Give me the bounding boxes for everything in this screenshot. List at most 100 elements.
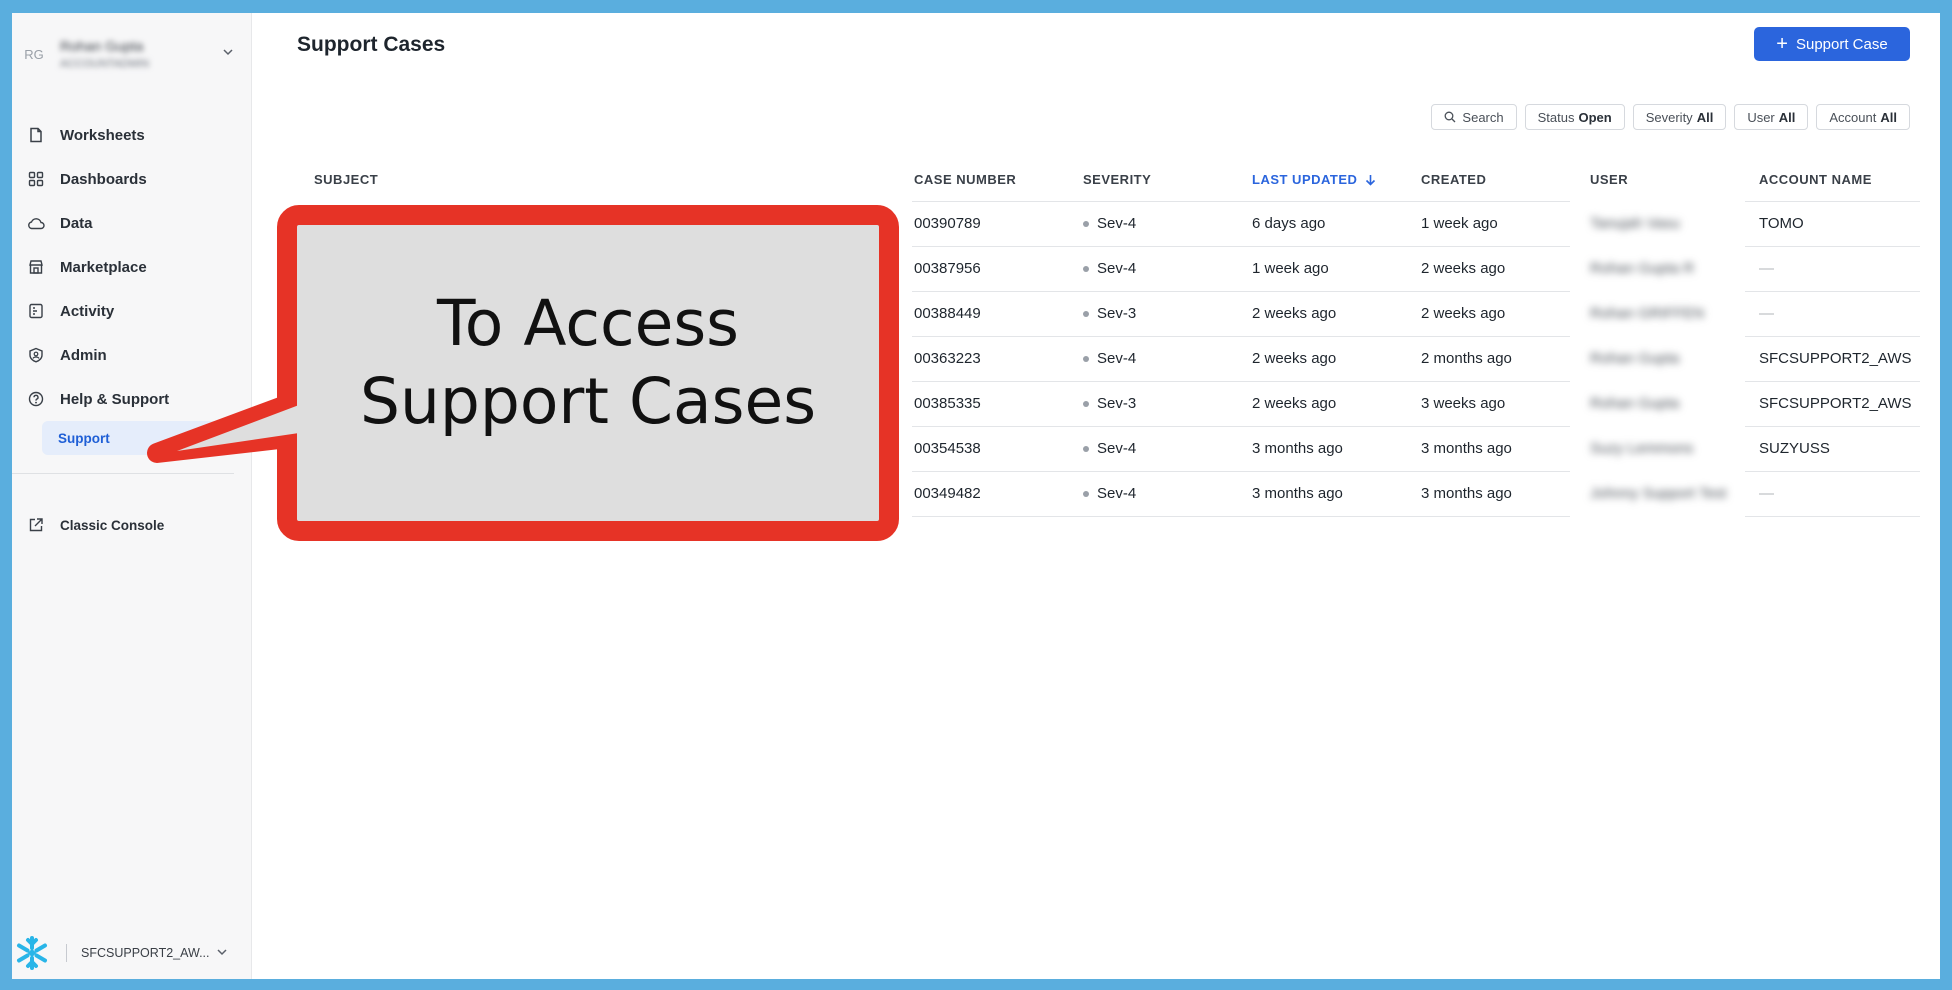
cell-severity: Sev-4 <box>1083 201 1136 246</box>
sidebar-item-admin[interactable]: Admin <box>12 333 252 377</box>
cell-case-number: 00390789 <box>914 201 981 246</box>
cell-text: Sev-3 <box>1097 305 1137 322</box>
cell-text: SFCSUPPORT2_AWS <box>1759 350 1912 367</box>
table-row[interactable]: 00354538 Sev-4 3 months ago 3 months ago Suz… <box>912 426 1920 471</box>
table-row[interactable]: 00363223 Sev-4 2 weeks ago 2 months ago Roha… <box>912 336 1920 381</box>
sidebar-item-worksheets[interactable]: Worksheets <box>12 113 252 157</box>
column-header-account-name[interactable]: ACCOUNT NAME <box>1759 172 1872 187</box>
severity-filter[interactable]: Severity All <box>1632 104 1727 130</box>
cell-text: 2 weeks ago <box>1421 260 1506 277</box>
column-header-last-updated[interactable]: LAST UPDATED <box>1252 172 1376 187</box>
sidebar-item-help-support[interactable]: Help & Support <box>12 377 252 421</box>
table-row[interactable]: 00388449 Sev-3 2 weeks ago 2 weeks ago Rohan… <box>912 291 1920 336</box>
table-row[interactable]: 00390789 Sev-4 6 days ago 1 week ago Tanujah… <box>912 201 1920 246</box>
user-filter[interactable]: User All <box>1734 104 1809 130</box>
callout-tail-fill <box>177 405 299 451</box>
account-filter-label: Account <box>1829 109 1877 125</box>
status-filter-label: Status <box>1537 109 1575 125</box>
table-row[interactable]: 00385335 Sev-3 2 weeks ago 3 weeks ago Rohan… <box>912 381 1920 426</box>
cell-text: 2 weeks ago <box>1252 350 1337 367</box>
cell-last-updated: 6 days ago <box>1252 201 1325 246</box>
cell-text: Rohan GRIFFEN <box>1590 305 1705 322</box>
search-button[interactable]: Search <box>1431 104 1517 130</box>
sidebar-item-label: Data <box>60 214 93 232</box>
cloud-icon <box>26 213 46 233</box>
cell-created: 2 weeks ago <box>1421 246 1505 291</box>
cell-case-number: 00354538 <box>914 426 981 471</box>
cell-text: 00385335 <box>914 395 981 412</box>
classic-console-link[interactable]: Classic Console <box>12 503 164 547</box>
sidebar-item-label: Marketplace <box>60 258 147 276</box>
severity-filter-label: Severity <box>1645 109 1693 125</box>
cell-severity: Sev-4 <box>1083 246 1136 291</box>
table-row[interactable]: 00349482 Sev-4 3 months ago 3 months ago Joh… <box>912 471 1920 516</box>
cell-text: Tanujah Vasu <box>1590 215 1680 232</box>
page-title: Support Cases <box>297 33 446 56</box>
column-header-created[interactable]: CREATED <box>1421 172 1486 187</box>
cell-last-updated: 3 months ago <box>1252 426 1343 471</box>
callout-line-2: Support Cases <box>359 365 817 438</box>
sidebar-item-dashboards[interactable]: Dashboards <box>12 157 252 201</box>
user-menu[interactable]: RG Rohan Gupta ACCOUNTADMIN <box>20 31 244 77</box>
cell-text: Sev-4 <box>1097 215 1137 232</box>
cell-account-name: SFCSUPPORT2_AWS <box>1759 381 1912 426</box>
sidebar-item-activity[interactable]: Activity <box>12 289 252 333</box>
search-label: Search <box>1462 109 1504 125</box>
chevron-down-icon <box>222 45 234 61</box>
cell-user: Suzy Lemmons <box>1590 426 1693 471</box>
cell-account-name: — <box>1759 246 1774 291</box>
table-row[interactable]: 00387956 Sev-4 1 week ago 2 weeks ago Rohan … <box>912 246 1920 291</box>
cell-created: 3 months ago <box>1421 471 1512 516</box>
column-header-subject[interactable]: SUBJECT <box>314 172 378 187</box>
status-filter[interactable]: Status Open <box>1524 104 1625 130</box>
cell-created: 2 weeks ago <box>1421 291 1505 336</box>
column-header-user[interactable]: USER <box>1590 172 1628 187</box>
sidebar-item-data[interactable]: Data <box>12 201 252 245</box>
account-switcher[interactable]: SFCSUPPORT2_AW... <box>12 933 252 973</box>
cell-created: 1 week ago <box>1421 201 1498 246</box>
cell-text: TOMO <box>1759 215 1804 232</box>
cell-text: Sev-3 <box>1097 395 1137 412</box>
cell-text: — <box>1759 260 1774 277</box>
new-support-case-button[interactable]: + Support Case <box>1754 27 1910 61</box>
cell-last-updated: 2 weeks ago <box>1252 381 1336 426</box>
cell-account-name: SUZYUSS <box>1759 426 1830 471</box>
sidebar-item-label: Activity <box>60 302 115 320</box>
cell-last-updated: 2 weeks ago <box>1252 336 1336 381</box>
column-header-last-updated-label: LAST UPDATED <box>1252 172 1358 187</box>
cell-text: 00349482 <box>914 485 981 502</box>
cell-text: Rohan Gupta R <box>1590 260 1695 277</box>
cell-case-number: 00349482 <box>914 471 981 516</box>
cell-text: 2 weeks ago <box>1252 395 1337 412</box>
footer-separator <box>66 944 67 962</box>
column-header-severity[interactable]: SEVERITY <box>1083 172 1151 187</box>
activity-icon <box>26 301 46 321</box>
grid-icon <box>26 169 46 189</box>
user-role: ACCOUNTADMIN <box>60 58 150 70</box>
account-filter[interactable]: Account All <box>1816 104 1910 130</box>
cell-case-number: 00385335 <box>914 381 981 426</box>
status-filter-value: Open <box>1578 109 1612 125</box>
cell-text: Rohan Gupta <box>1590 350 1680 367</box>
cell-text: 3 weeks ago <box>1421 395 1506 412</box>
row-divider <box>912 516 1570 517</box>
cell-text: 3 months ago <box>1252 485 1343 502</box>
cell-text: 3 months ago <box>1421 440 1512 457</box>
account-name: SFCSUPPORT2_AW... <box>81 946 210 960</box>
cell-user: Rohan Gupta R <box>1590 246 1694 291</box>
app-window: RG Rohan Gupta ACCOUNTADMIN Worksheets D… <box>12 13 1940 979</box>
cell-user: Rohan Gupta <box>1590 336 1679 381</box>
cell-text: Sev-4 <box>1097 350 1137 367</box>
cell-last-updated: 2 weeks ago <box>1252 291 1336 336</box>
sidebar-item-label: Worksheets <box>60 126 145 144</box>
cell-text: 6 days ago <box>1252 215 1326 232</box>
severity-dot-icon <box>1083 400 1089 407</box>
column-header-case-number[interactable]: CASE NUMBER <box>914 172 1016 187</box>
cell-severity: Sev-3 <box>1083 291 1136 336</box>
external-link-icon <box>26 515 46 535</box>
cell-text: 00388449 <box>914 305 981 322</box>
cell-text: — <box>1759 305 1774 322</box>
sidebar-item-marketplace[interactable]: Marketplace <box>12 245 252 289</box>
row-divider <box>1745 516 1920 517</box>
new-support-case-label: Support Case <box>1795 35 1888 53</box>
